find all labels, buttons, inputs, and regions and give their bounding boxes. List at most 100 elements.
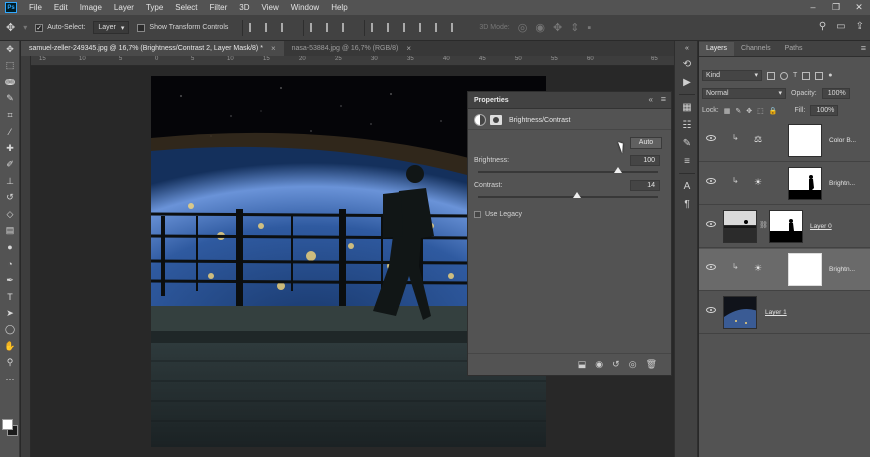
properties-icon[interactable]: ☷ [675,116,699,134]
type-filter-icon[interactable]: T [793,72,797,79]
layer-row-selected[interactable]: ↳ ☀ Brightn... [699,249,870,291]
layer-kind-filter[interactable]: Kind ▾ [702,70,762,81]
marquee-tool-icon[interactable]: ⬚ [0,58,20,75]
move-tool-icon[interactable]: ✥ [0,41,20,58]
brightness-contrast-icon[interactable] [474,114,486,126]
shape-tool-icon[interactable]: ◯ [0,322,20,339]
distribute-middle-icon[interactable] [387,23,396,32]
3d-scale-icon[interactable]: ▪ [587,22,591,34]
menu-select[interactable]: Select [169,3,203,12]
foreground-color-swatch[interactable] [2,419,13,430]
3d-orbit-icon[interactable]: ◎ [518,21,528,34]
distribute-bottom-icon[interactable] [403,23,412,32]
shape-filter-icon[interactable] [802,71,811,80]
contrast-slider[interactable] [478,192,658,198]
collapse-chevron-icon[interactable]: « [649,95,653,104]
minimize-button[interactable]: – [803,0,823,15]
layer-name[interactable]: Layer 1 [765,309,787,316]
reset-icon[interactable]: ↺ [612,359,620,370]
layer-mask-thumbnail[interactable] [788,167,822,200]
distribute-right-icon[interactable] [451,23,460,32]
brush-settings-icon[interactable]: ✎ [675,134,699,152]
align-left-icon[interactable] [249,23,258,32]
layer-name[interactable]: Color B... [829,137,856,144]
layer-thumbnail[interactable] [723,210,757,243]
align-right-icon[interactable] [281,23,290,32]
panel-menu-icon[interactable]: ≡ [861,43,866,53]
eyedropper-tool-icon[interactable]: ⁄ [0,124,20,141]
healing-brush-tool-icon[interactable]: ✚ [0,140,20,157]
layer-mask-thumbnail[interactable] [788,253,822,286]
visibility-eye-icon[interactable] [706,264,716,270]
visibility-eye-icon[interactable] [706,178,716,184]
paragraph-icon[interactable]: ¶ [675,195,699,213]
layer-name[interactable]: Brightn... [829,180,855,187]
fill-field[interactable]: 100% [810,105,839,116]
trash-icon[interactable]: 🗑 [646,359,657,370]
align-center-icon[interactable] [265,23,274,32]
brightness-value-field[interactable]: 100 [630,155,660,166]
transform-controls-checkbox[interactable] [137,23,146,32]
clip-to-layer-icon[interactable]: ⬓ [578,359,587,370]
visibility-eye-icon[interactable] [706,221,716,227]
layer-name[interactable]: Brightn... [829,266,855,273]
pixel-filter-icon[interactable] [767,71,775,80]
more-tools-icon[interactable]: ⋯ [0,371,20,388]
history-icon[interactable]: ⟲ [675,55,699,73]
layer-row[interactable]: ↳ ⚖ Color B... [699,120,870,162]
3d-pan-icon[interactable]: ✥ [553,21,562,34]
dodge-tool-icon[interactable]: ◔ [0,256,20,273]
auto-select-dropdown[interactable]: Layer ▾ [93,21,130,34]
menu-filter[interactable]: Filter [204,3,234,12]
close-icon[interactable]: × [406,44,411,53]
blend-mode-dropdown[interactable]: Normal ▾ [702,88,786,99]
contrast-slider-thumb[interactable] [573,192,581,198]
visibility-eye-icon[interactable]: ◎ [629,359,637,370]
actions-play-icon[interactable]: ▶ [675,73,699,91]
search-icon[interactable]: ⚲ [819,21,826,32]
gradient-tool-icon[interactable]: ▤ [0,223,20,240]
menu-help[interactable]: Help [325,3,353,12]
lock-position-icon[interactable]: ✥ [746,107,752,115]
lock-all-icon[interactable]: 🔒 [769,107,778,115]
view-previous-state-icon[interactable]: ◉ [595,359,603,370]
use-legacy-checkbox[interactable] [474,211,481,218]
layer-mask-thumbnail[interactable] [788,124,822,157]
clone-stamp-tool-icon[interactable]: ⊥ [0,173,20,190]
share-icon[interactable]: ⇪ [856,21,864,32]
crop-tool-icon[interactable]: ⌗ [0,107,20,124]
adjustments-icon[interactable]: ▦ [675,98,699,116]
menu-file[interactable]: File [23,3,48,12]
character-icon[interactable]: A [675,177,699,195]
layer-name[interactable]: Layer 0 [810,223,832,230]
tab-paths[interactable]: Paths [778,42,810,56]
workspace-icon[interactable]: ▭ [836,21,845,32]
panel-menu-icon[interactable]: ≡ [661,94,666,104]
menu-view[interactable]: View [256,3,285,12]
sliders-icon[interactable]: ≡ [675,152,699,170]
move-tool-icon[interactable]: ✥ [6,21,15,34]
distribute-center-icon[interactable] [435,23,444,32]
path-select-tool-icon[interactable]: ➤ [0,305,20,322]
visibility-eye-icon[interactable] [706,307,716,313]
3d-roll-icon[interactable]: ◉ [535,21,545,34]
menu-layer[interactable]: Layer [108,3,140,12]
adjustment-filter-icon[interactable] [780,71,788,80]
properties-header[interactable]: Properties « ≡ [468,92,671,109]
3d-slide-icon[interactable]: ⇕ [570,21,579,34]
brightness-slider[interactable] [478,167,658,173]
link-chain-icon[interactable]: ⛓ [759,221,768,229]
blur-tool-icon[interactable]: ● [0,239,20,256]
menu-3d[interactable]: 3D [233,3,255,12]
document-tab[interactable]: nasa-53884.jpg @ 16,7% (RGB/8) × [284,41,419,56]
lock-pixels-icon[interactable]: ▦ [724,107,731,115]
smart-object-filter-icon[interactable] [815,71,824,80]
tab-layers[interactable]: Layers [699,42,735,56]
distribute-left-icon[interactable] [419,23,428,32]
use-legacy-option[interactable]: Use Legacy [474,211,522,218]
menu-image[interactable]: Image [74,3,108,12]
menu-edit[interactable]: Edit [48,3,74,12]
close-window-button[interactable]: ✕ [849,0,869,15]
auto-select-checkbox[interactable]: ✓ [35,23,44,32]
menu-type[interactable]: Type [140,3,169,12]
